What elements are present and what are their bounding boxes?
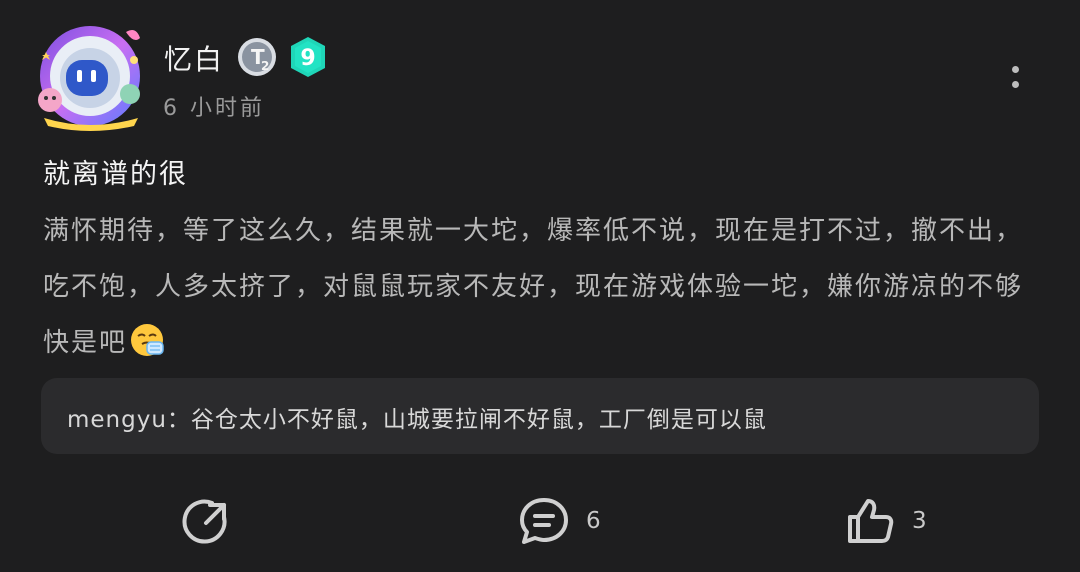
comment-button[interactable]: 6 — [518, 496, 601, 546]
more-dot-icon — [1011, 81, 1019, 88]
svg-text:2: 2 — [261, 59, 269, 73]
username[interactable]: 忆白 — [164, 38, 224, 78]
post-card: 忆白 T 2 9 6 小时前 就离谱的很 满怀期待，等了这么久，结果就一大坨，爆… — [0, 0, 1080, 572]
more-options-button[interactable] — [1000, 60, 1030, 94]
level-badge-icon: 9 — [288, 36, 328, 78]
more-dot-icon — [1011, 66, 1019, 73]
post-body-text: 满怀期待，等了这么久，结果就一大坨，爆率低不说，现在是打不过，撤不出，吃不饱，人… — [43, 216, 1024, 358]
comment-icon — [520, 498, 568, 544]
comment-count: 6 — [586, 508, 601, 534]
like-button[interactable]: 3 — [846, 496, 927, 546]
rank-badge-icon: T 2 — [237, 37, 277, 77]
avatar[interactable] — [34, 20, 148, 132]
post-body: 满怀期待，等了这么久，结果就一大坨，爆率低不说，现在是打不过，撤不出，吃不饱，人… — [43, 203, 1033, 371]
sneezing-face-emoji-icon — [129, 322, 165, 358]
post-timestamp: 6 小时前 — [163, 96, 265, 121]
share-button[interactable] — [182, 496, 230, 546]
share-icon — [182, 499, 227, 544]
thumbs-up-icon — [848, 499, 894, 543]
comment-preview[interactable]: mengyu：谷仓太小不好鼠，山城要拉闸不好鼠，工厂倒是可以鼠 — [41, 378, 1039, 454]
svg-text:9: 9 — [300, 46, 315, 71]
post-title: 就离谱的很 — [43, 159, 188, 190]
comment-preview-text: mengyu：谷仓太小不好鼠，山城要拉闸不好鼠，工厂倒是可以鼠 — [67, 407, 767, 433]
like-count: 3 — [912, 508, 927, 534]
